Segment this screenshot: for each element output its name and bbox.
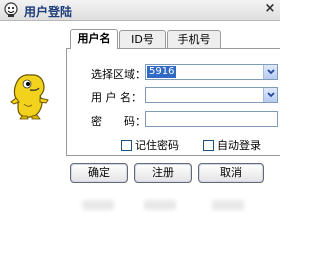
tab-id[interactable]: ID号 — [119, 30, 166, 49]
cancel-button[interactable]: 取消 — [198, 163, 264, 183]
tab-username[interactable]: 用户名 — [70, 29, 118, 49]
chevron-down-icon — [267, 92, 275, 98]
region-select[interactable]: 5916 — [145, 64, 278, 80]
title-bar: 用户登陆 × — [0, 0, 280, 21]
username-combobox[interactable] — [145, 87, 278, 103]
region-select-value: 5916 — [147, 66, 177, 78]
register-button[interactable]: 注册 — [134, 163, 192, 183]
ok-button[interactable]: 确定 — [70, 163, 128, 183]
tab-phone[interactable]: 手机号 — [167, 30, 221, 49]
region-dropdown-button[interactable] — [263, 65, 277, 79]
chevron-down-icon — [267, 69, 275, 75]
username-label: 用 户 名： — [91, 91, 142, 104]
password-value — [147, 113, 151, 125]
auto-login-label: 自动登录 — [217, 139, 261, 152]
region-label: 选择区域： — [91, 68, 146, 81]
button-reflection — [70, 200, 270, 212]
username-dropdown-button[interactable] — [263, 88, 277, 102]
username-value — [147, 89, 151, 101]
mascot-icon — [4, 2, 18, 17]
remember-password-box[interactable] — [121, 139, 132, 151]
close-icon[interactable]: × — [262, 1, 278, 17]
yellow-dinosaur-mascot — [10, 74, 49, 120]
auto-login-checkbox[interactable]: 自动登录 — [203, 137, 261, 153]
window-title: 用户登陆 — [24, 5, 73, 19]
auto-login-box[interactable] — [203, 139, 214, 151]
password-label: 密 码： — [91, 115, 146, 128]
remember-password-checkbox[interactable]: 记住密码 — [121, 137, 179, 153]
password-field[interactable] — [145, 111, 278, 127]
remember-password-label: 记住密码 — [135, 139, 179, 152]
